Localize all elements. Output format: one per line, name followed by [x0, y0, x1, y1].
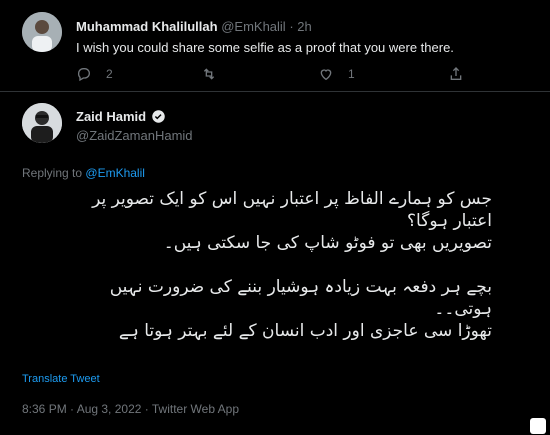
verified-badge-icon	[152, 110, 165, 123]
reply-count: 2	[106, 67, 113, 81]
reply-text: I wish you could share some selfie as a …	[76, 40, 454, 55]
tweet-line: جس کو ہمارے الفاظ پر اعتبار نہیں اس کو ا…	[92, 189, 492, 209]
reply-button[interactable]: 2	[76, 66, 113, 82]
reply-action-bar: 2 1	[76, 66, 506, 84]
reply-time-separator: ·	[289, 19, 294, 34]
heart-icon	[320, 69, 332, 81]
replying-to-line: Replying to @EmKhalil	[22, 166, 145, 180]
comment-icon	[77, 68, 90, 82]
replying-to-link[interactable]: @EmKhalil	[85, 166, 145, 180]
reply-author-name[interactable]: Muhammad Khalilullah	[76, 19, 218, 34]
reply-time[interactable]: 2h	[297, 19, 311, 34]
share-button[interactable]	[448, 66, 464, 82]
tweet-line: اعتبار ہوگا؟	[407, 211, 492, 231]
tweet-timestamp[interactable]: 8:36 PM · Aug 3, 2022 · Twitter Web App	[22, 402, 239, 416]
tweet-line: بچے ہر دفعہ بہت زیادہ ہوشیار بننے کی ضرو…	[109, 277, 492, 297]
main-author-name[interactable]: Zaid Hamid	[76, 109, 146, 124]
like-button[interactable]: 1	[318, 66, 355, 82]
tweet-line: ہوتی۔۔	[434, 299, 492, 319]
reply-handle[interactable]: @EmKhalil	[221, 19, 286, 34]
share-icon	[450, 67, 462, 80]
translate-tweet-link[interactable]: Translate Tweet	[22, 373, 100, 385]
main-author-avatar[interactable]	[22, 103, 62, 143]
reply-header: Muhammad Khalilullah @EmKhalil · 2h	[76, 19, 312, 34]
scroll-corner[interactable]	[530, 418, 546, 434]
tweet-line: تصویریں بھی تو فوٹو شاپ کی جا سکتی ہیں۔	[163, 233, 492, 253]
reply-tweet[interactable]: Muhammad Khalilullah @EmKhalil · 2h I wi…	[0, 0, 550, 92]
retweet-button[interactable]	[201, 66, 217, 82]
replying-prefix: Replying to	[22, 166, 83, 180]
tweet-line: تھوڑا سی عاجزی اور ادب انسان کے لئے بہتر…	[118, 321, 492, 341]
like-count: 1	[348, 67, 355, 81]
reply-author-avatar[interactable]	[22, 12, 62, 52]
main-handle[interactable]: @ZaidZamanHamid	[76, 128, 193, 143]
main-author-name-row[interactable]: Zaid Hamid	[76, 109, 166, 124]
retweet-icon	[203, 68, 215, 80]
tweet-text: جس کو ہمارے الفاظ پر اعتبار نہیں اس کو ا…	[22, 188, 492, 342]
